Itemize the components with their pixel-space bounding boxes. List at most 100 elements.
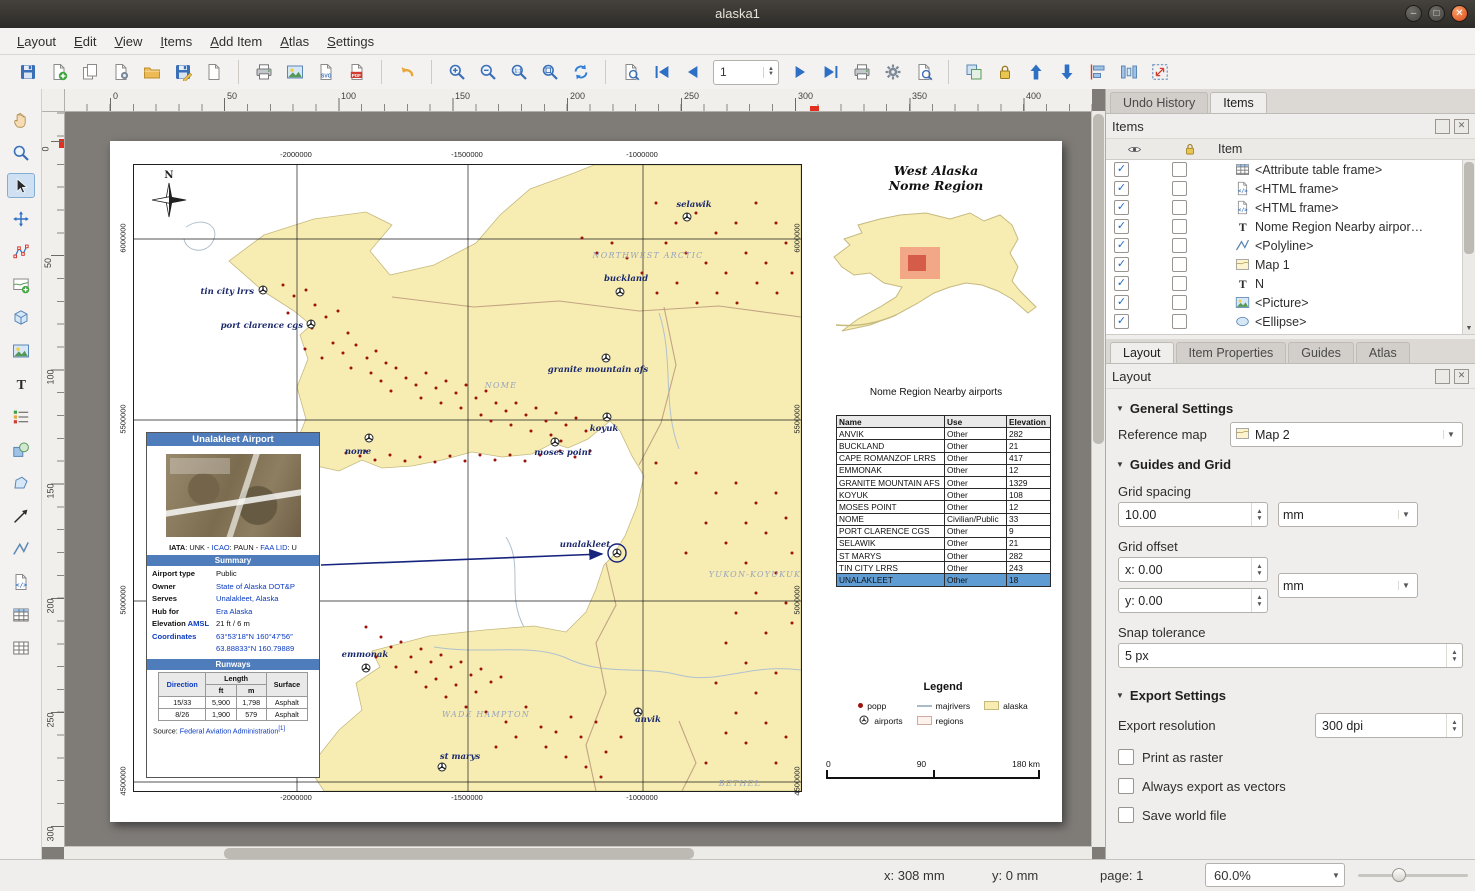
item-visibility-checkbox[interactable]: ✓ [1114, 257, 1129, 272]
edit-nodes-tool-button[interactable] [7, 239, 35, 264]
items-panel-row[interactable]: ✓</><HTML frame> [1106, 198, 1475, 217]
maximize-button[interactable]: □ [1428, 5, 1445, 22]
distribute-items-button[interactable] [1115, 59, 1142, 86]
item-visibility-checkbox[interactable]: ✓ [1114, 200, 1129, 215]
first-feature-button[interactable] [648, 59, 675, 86]
item-lock-checkbox[interactable] [1172, 238, 1187, 253]
layout-canvas[interactable]: NORTHWEST ARCTICNOMEYUKON-KOYUKUKWADE HA… [64, 111, 1092, 847]
last-feature-button[interactable] [817, 59, 844, 86]
add-fixed-table-tool-button[interactable] [7, 635, 35, 660]
add-attribute-table-tool-button[interactable] [7, 602, 35, 627]
add-picture-tool-button[interactable] [7, 338, 35, 363]
tab-item-properties[interactable]: Item Properties [1176, 342, 1287, 363]
dock-tab-items[interactable]: Items [1210, 92, 1267, 113]
add-legend-tool-button[interactable] [7, 404, 35, 429]
pan-tool-button[interactable] [7, 107, 35, 132]
scalebar-item[interactable]: 090180 km [826, 759, 1040, 779]
checkbox-print-as-raster[interactable]: Print as raster [1118, 747, 1463, 767]
north-arrow-item[interactable]: N [146, 167, 192, 223]
item-visibility-checkbox[interactable]: ✓ [1114, 181, 1129, 196]
snap-tolerance-spinbox[interactable]: 5 px▲▼ [1118, 643, 1463, 668]
menu-edit[interactable]: Edit [65, 31, 105, 52]
float-panel-icon[interactable] [1435, 119, 1450, 134]
resize-items-button[interactable] [1146, 59, 1173, 86]
lower-items-button[interactable] [1053, 59, 1080, 86]
scroll-down-arrow-icon[interactable]: ▼ [1463, 323, 1475, 334]
items-list-scrollbar[interactable]: ▼ [1462, 160, 1475, 334]
preview-atlas-button[interactable] [617, 59, 644, 86]
horizontal-scrollbar-thumb[interactable] [224, 848, 694, 859]
zoom-full-button[interactable] [536, 59, 563, 86]
item-lock-checkbox[interactable] [1172, 295, 1187, 310]
select-move-item-tool-button[interactable] [7, 173, 35, 198]
float-panel-icon[interactable] [1435, 369, 1450, 384]
checkbox-always-export-as-vectors[interactable]: Always export as vectors [1118, 776, 1463, 796]
add-polyline-tool-button[interactable] [7, 536, 35, 561]
export-atlas-button[interactable] [910, 59, 937, 86]
item-visibility-checkbox[interactable]: ✓ [1114, 219, 1129, 234]
menu-layout[interactable]: Layout [8, 31, 65, 52]
print-atlas-button[interactable] [848, 59, 875, 86]
guides-grid-section[interactable]: ▼Guides and Grid [1116, 457, 1465, 472]
layout-manager-button[interactable] [107, 59, 134, 86]
undo-button[interactable] [393, 59, 420, 86]
tab-layout[interactable]: Layout [1110, 342, 1174, 363]
menu-atlas[interactable]: Atlas [271, 31, 318, 52]
canvas-vertical-scrollbar[interactable] [1091, 111, 1105, 847]
items-panel-row[interactable]: ✓Map 1 [1106, 255, 1475, 274]
atlas-feature-number-input[interactable]: 1▲▼ [713, 60, 779, 85]
items-panel-row[interactable]: ✓<Picture> [1106, 293, 1475, 312]
save-as-template-button[interactable] [169, 59, 196, 86]
zoom-slider[interactable] [1358, 867, 1468, 883]
reference-map-combobox[interactable]: Map 2 ▼ [1230, 422, 1463, 447]
dock-tab-undo-history[interactable]: Undo History [1110, 92, 1208, 113]
export-as-image-button[interactable] [281, 59, 308, 86]
export-as-svg-button[interactable]: SVG [312, 59, 339, 86]
checkbox-box[interactable] [1118, 807, 1134, 823]
item-lock-checkbox[interactable] [1172, 200, 1187, 215]
lock-items-button[interactable] [991, 59, 1018, 86]
add-label-tool-button[interactable]: T [7, 371, 35, 396]
checkbox-box[interactable] [1118, 778, 1134, 794]
export-resolution-spinbox[interactable]: 300 dpi▲▼ [1315, 713, 1463, 738]
map-title-item[interactable]: West Alaska Nome Region [856, 163, 1016, 193]
tab-atlas[interactable]: Atlas [1356, 342, 1410, 363]
airport-infobox-item[interactable]: Unalakleet Airport IATA: UNK - ICAO: PAU… [146, 432, 320, 778]
overview-map-item[interactable] [822, 195, 1047, 335]
item-visibility-checkbox[interactable]: ✓ [1114, 314, 1129, 329]
vertical-scrollbar-thumb[interactable] [1093, 114, 1104, 444]
add-3d-map-tool-button[interactable] [7, 305, 35, 330]
item-visibility-checkbox[interactable]: ✓ [1114, 162, 1129, 177]
close-panel-icon[interactable]: ✕ [1454, 119, 1469, 134]
refresh-view-button[interactable] [567, 59, 594, 86]
align-items-button[interactable] [1084, 59, 1111, 86]
grid-offset-unit-combobox[interactable]: mm▼ [1278, 573, 1418, 598]
move-item-content-tool-button[interactable] [7, 206, 35, 231]
airports-attribute-table-item[interactable]: NameUseElevationANVIKOther282BUCKLANDOth… [836, 415, 1051, 587]
raise-items-button[interactable] [1022, 59, 1049, 86]
open-layout-button[interactable] [138, 59, 165, 86]
atlas-settings-button[interactable] [879, 59, 906, 86]
general-settings-section[interactable]: ▼General Settings [1116, 401, 1465, 416]
add-html-frame-tool-button[interactable]: </> [7, 569, 35, 594]
zoom-actual-size-button[interactable]: 1:1 [505, 59, 532, 86]
grid-spacing-unit-combobox[interactable]: mm▼ [1278, 502, 1418, 527]
menu-items[interactable]: Items [151, 31, 201, 52]
previous-feature-button[interactable] [679, 59, 706, 86]
print-layout-button[interactable] [250, 59, 277, 86]
checkbox-box[interactable] [1118, 749, 1134, 765]
item-visibility-checkbox[interactable]: ✓ [1114, 295, 1129, 310]
close-button[interactable]: ✕ [1451, 5, 1468, 22]
close-panel-icon[interactable]: ✕ [1454, 369, 1469, 384]
zoom-slider-knob[interactable] [1392, 868, 1406, 882]
export-settings-section[interactable]: ▼Export Settings [1116, 688, 1465, 703]
zoom-level-combobox[interactable]: 60.0%▼ [1205, 863, 1345, 887]
item-lock-checkbox[interactable] [1172, 162, 1187, 177]
add-node-item-tool-button[interactable] [7, 470, 35, 495]
canvas-horizontal-scrollbar[interactable] [64, 846, 1092, 860]
add-shape-tool-button[interactable] [7, 437, 35, 462]
item-lock-checkbox[interactable] [1172, 257, 1187, 272]
duplicate-layout-button[interactable] [76, 59, 103, 86]
menu-settings[interactable]: Settings [318, 31, 383, 52]
legend-item[interactable]: Legend poppairportsmajriversregionsalask… [838, 681, 1048, 728]
